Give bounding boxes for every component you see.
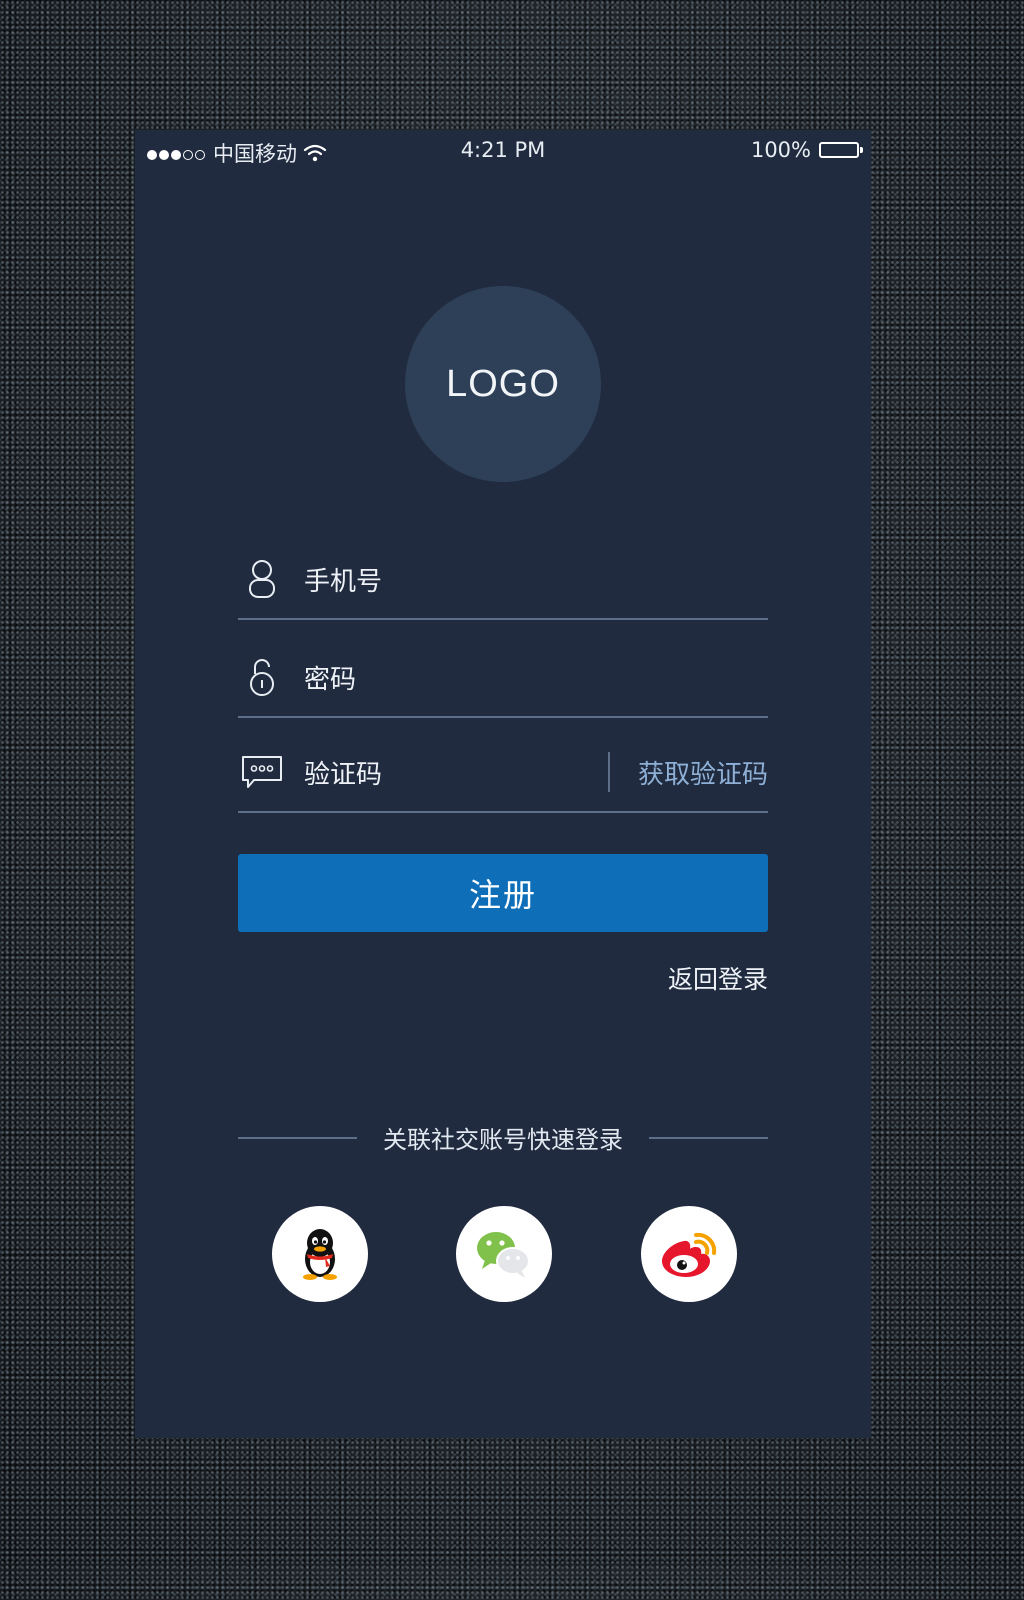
battery-percent: 100% xyxy=(750,138,811,162)
message-icon xyxy=(240,750,284,794)
weibo-icon xyxy=(662,1232,717,1277)
social-heading: 关联社交账号快速登录 xyxy=(383,1126,623,1154)
code-field[interactable]: 验证码 获取验证码 xyxy=(238,733,768,813)
social-divider: 关联社交账号快速登录 xyxy=(238,1120,768,1155)
password-field[interactable]: 密码 xyxy=(238,638,768,718)
status-bar: 中国移动 4:21 PM 100% xyxy=(135,130,871,172)
field-separator xyxy=(607,752,610,792)
register-button[interactable]: 注册 xyxy=(238,854,768,932)
password-input[interactable]: 密码 xyxy=(304,659,768,696)
code-input[interactable]: 验证码 xyxy=(304,754,608,791)
weibo-login-button[interactable] xyxy=(641,1206,737,1302)
user-icon xyxy=(240,557,284,601)
lock-icon xyxy=(240,655,284,699)
battery-icon xyxy=(819,142,863,158)
phone-field[interactable]: 手机号 xyxy=(238,540,768,620)
back-to-login-link[interactable]: 返回登录 xyxy=(668,960,768,996)
qq-icon xyxy=(303,1229,337,1280)
phone-screen: 中国移动 4:21 PM 100% LOGO 手机号 密码 验证码 获取验证码 … xyxy=(135,130,871,1438)
get-code-button[interactable]: 获取验证码 xyxy=(638,754,768,791)
phone-input[interactable]: 手机号 xyxy=(304,561,768,598)
wechat-icon xyxy=(477,1232,530,1278)
wechat-login-button[interactable] xyxy=(456,1206,552,1302)
app-logo: LOGO xyxy=(405,286,601,482)
qq-login-button[interactable] xyxy=(272,1206,368,1302)
